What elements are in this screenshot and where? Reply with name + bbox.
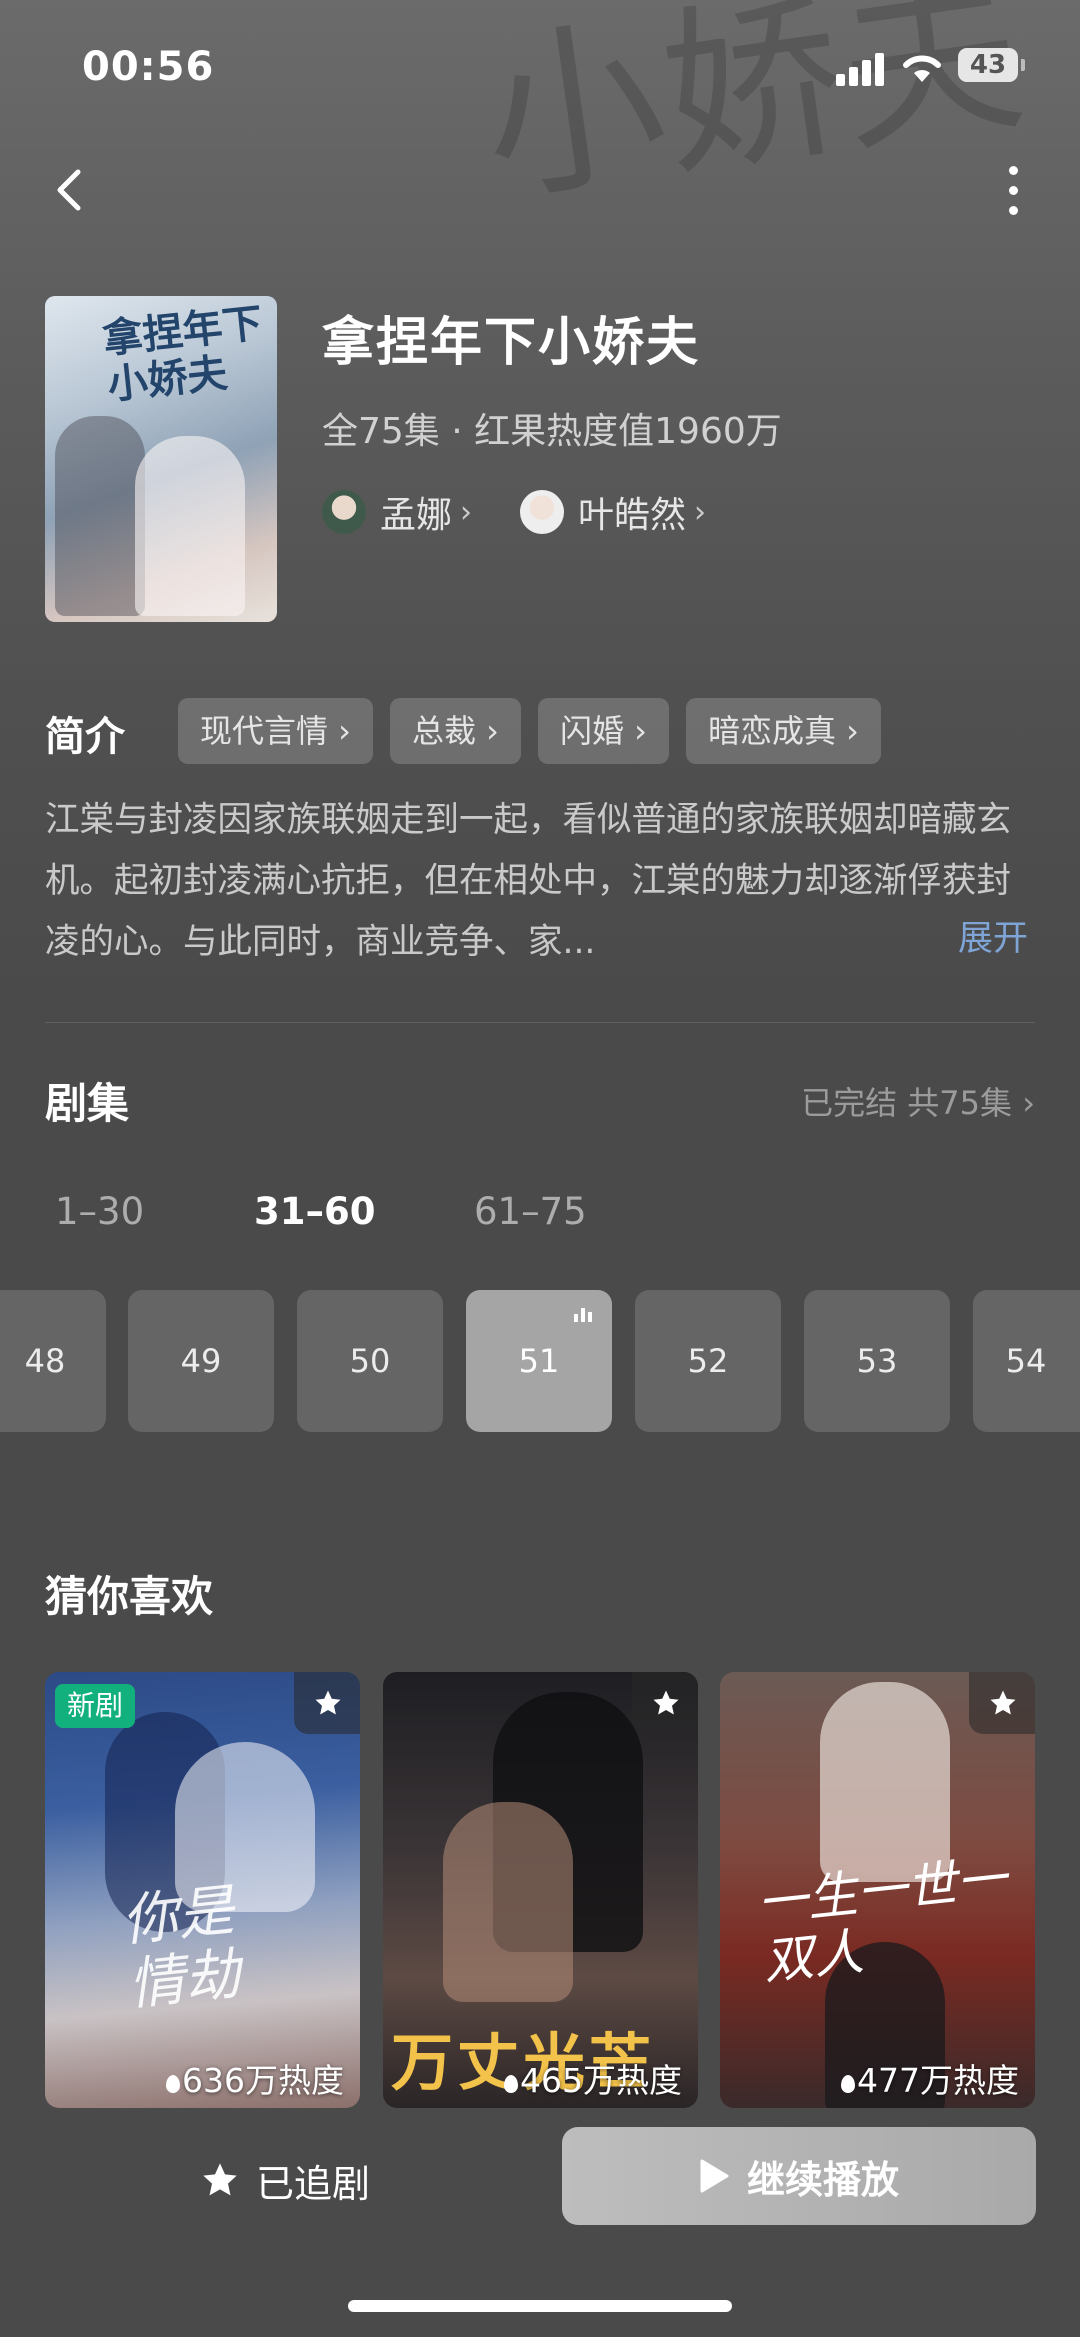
- more-icon[interactable]: [1000, 160, 1028, 220]
- star-icon: [315, 1690, 341, 1715]
- tag-list: 现代言情 › 总裁 › 闪婚 › 暗恋成真 ›: [178, 698, 881, 764]
- actor-name: 叶皓然: [578, 495, 687, 536]
- back-icon[interactable]: [50, 160, 90, 220]
- episode-button[interactable]: 52: [635, 1290, 781, 1432]
- recommend-card[interactable]: 一生一世一双人 477万热度: [720, 1672, 1035, 2108]
- episodes-status-link[interactable]: 已完结 共75集 ›: [801, 1078, 1035, 1124]
- follow-label: 已追剧: [256, 2161, 371, 2206]
- tag-chip[interactable]: 暗恋成真 ›: [685, 698, 881, 764]
- heat-label: 636万热度: [166, 2054, 344, 2102]
- drama-poster[interactable]: 拿捏年下小娇夫: [45, 296, 277, 622]
- episode-button[interactable]: 54: [973, 1290, 1080, 1432]
- favorite-button[interactable]: [969, 1672, 1035, 1734]
- battery-icon: 43: [958, 48, 1025, 82]
- poster-figure: [55, 416, 145, 616]
- episode-list: 48 49 50 51 52 53 54: [0, 1290, 1080, 1432]
- play-icon: [700, 2159, 729, 2193]
- episode-button[interactable]: 50: [297, 1290, 443, 1432]
- poster-title: 你是情劫: [118, 1878, 244, 2019]
- episode-button[interactable]: 48: [0, 1290, 106, 1432]
- tag-chip[interactable]: 总裁 ›: [389, 698, 521, 764]
- recommend-card[interactable]: 新剧 你是情劫 636万热度: [45, 1672, 360, 2108]
- episode-button[interactable]: 53: [804, 1290, 950, 1432]
- actor-name: 孟娜: [380, 495, 453, 536]
- episode-button[interactable]: 49: [128, 1290, 274, 1432]
- status-time: 00:56: [82, 44, 215, 90]
- flame-icon: [841, 2075, 855, 2093]
- expand-link[interactable]: 展开: [958, 910, 1028, 961]
- new-badge: 新剧: [55, 1684, 136, 1728]
- flame-icon: [504, 2075, 518, 2093]
- chevron-right-icon: ›: [694, 494, 707, 530]
- flame-icon: [166, 2075, 180, 2093]
- playing-icon: [574, 1308, 594, 1322]
- range-tab[interactable]: 1–30: [55, 1190, 144, 1233]
- poster-title: 拿捏年下小娇夫: [100, 299, 265, 409]
- tag-chip[interactable]: 现代言情 ›: [178, 698, 373, 764]
- drama-title: 拿捏年下小娇夫: [322, 313, 701, 373]
- signal-icon: [836, 52, 888, 86]
- actor-link[interactable]: 孟娜 ›: [322, 488, 472, 536]
- poster-figure: [135, 436, 245, 616]
- intro-description: 江棠与封凌因家族联姻走到一起，看似普通的家族联姻却暗藏玄机。起初封凌满心抗拒，但…: [45, 790, 1035, 973]
- follow-button[interactable]: 已追剧: [200, 2150, 370, 2210]
- avatar: [520, 490, 564, 534]
- recommend-heading: 猜你喜欢: [45, 1572, 214, 1621]
- star-icon: [653, 1690, 679, 1715]
- intro-heading: 简介: [45, 714, 125, 760]
- poster-figure: [443, 1802, 573, 2002]
- status-bar: 00:56 43: [0, 0, 1080, 130]
- poster-figure: [820, 1682, 950, 1882]
- chevron-right-icon: ›: [460, 494, 473, 530]
- episode-number: 51: [518, 1342, 560, 1380]
- recommend-card[interactable]: 万丈光芒 465万热度: [383, 1672, 698, 2108]
- continue-play-button[interactable]: 继续播放: [562, 2127, 1036, 2225]
- range-tab[interactable]: 61–75: [474, 1190, 587, 1233]
- description-text: 江棠与封凌因家族联姻走到一起，看似普通的家族联姻却暗藏玄机。起初封凌满心抗拒，但…: [45, 800, 1011, 962]
- wifi-icon: [900, 46, 944, 86]
- divider: [45, 1022, 1035, 1023]
- favorite-button[interactable]: [632, 1672, 698, 1734]
- heat-label: 465万热度: [504, 2054, 682, 2102]
- tag-chip[interactable]: 闪婚 ›: [537, 698, 669, 764]
- home-indicator[interactable]: [348, 2300, 732, 2312]
- star-icon: [203, 2163, 237, 2196]
- actor-link[interactable]: 叶皓然 ›: [520, 488, 706, 536]
- play-label: 继续播放: [746, 2157, 899, 2202]
- heat-label: 477万热度: [841, 2054, 1019, 2102]
- episode-button-current[interactable]: 51: [466, 1290, 612, 1432]
- episodes-heading: 剧集: [45, 1079, 130, 1128]
- star-icon: [990, 1690, 1016, 1715]
- drama-meta: 全75集 · 红果热度值1960万: [322, 411, 782, 452]
- avatar: [322, 490, 366, 534]
- favorite-button[interactable]: [294, 1672, 360, 1734]
- range-tab-selected[interactable]: 31–60: [254, 1190, 375, 1233]
- poster-title: 一生一世一双人: [754, 1849, 1010, 1991]
